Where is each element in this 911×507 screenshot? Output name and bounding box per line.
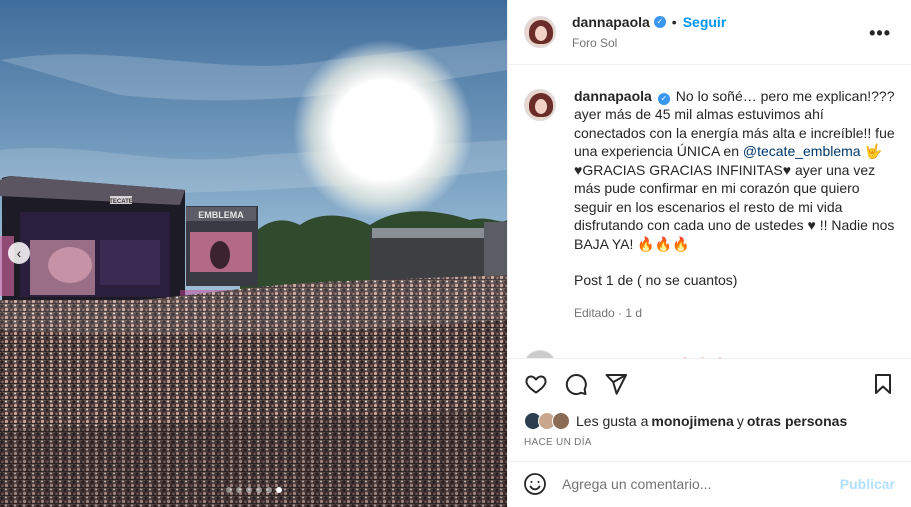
carousel-dot (245, 487, 252, 493)
more-options-icon[interactable]: ••• (869, 24, 891, 42)
verified-badge-icon: ✓ (657, 92, 670, 105)
instagram-post: TECATE EMBLEMA ‹ dannapaola ✓ • Seguir F… (0, 0, 911, 507)
share-button[interactable] (600, 368, 632, 400)
caption-post-number: Post 1 de ( no se cuantos) (574, 272, 738, 289)
carousel-dot (235, 487, 242, 493)
smiley-icon (524, 473, 546, 496)
concert-photo: TECATE EMBLEMA (0, 0, 507, 507)
comments-section: dannapaola ✓ No lo soñé… pero me explican!… (508, 65, 911, 359)
separator-dot: • (671, 13, 677, 30)
comment-avatar[interactable] (524, 350, 556, 359)
other-likers-link[interactable]: otras personas (747, 413, 847, 429)
save-button[interactable] (867, 368, 899, 400)
stage-sign-tecate: TECATE (109, 199, 133, 205)
likes-summary: Les gusta a monojimena y otras personas (508, 409, 911, 433)
comment-button[interactable] (560, 368, 592, 400)
stage-sign-emblema: EMBLEMA (198, 210, 244, 220)
post-media[interactable]: TECATE EMBLEMA ‹ (0, 0, 507, 507)
publish-button[interactable]: Publicar (840, 476, 895, 492)
bookmark-icon (875, 374, 891, 394)
carousel-dot (265, 487, 272, 493)
comment-text: 🔥🔥🔥 (677, 357, 729, 359)
comment-username[interactable]: manolocaro (576, 357, 655, 358)
caption-avatar[interactable] (524, 88, 556, 121)
heart-icon (525, 375, 547, 394)
carousel-dot-active (275, 487, 282, 493)
add-comment-bar: Publicar (508, 460, 911, 507)
chevron-left-icon: ‹ (16, 245, 22, 261)
liker-avatars (524, 411, 570, 430)
caption-username[interactable]: dannapaola (574, 88, 652, 104)
avatar (552, 411, 570, 430)
follow-button[interactable]: Seguir (683, 14, 727, 30)
post-header: dannapaola ✓ • Seguir Foro Sol ••• (508, 0, 911, 65)
comment-icon (565, 374, 587, 396)
previous-slide-button[interactable]: ‹ (8, 242, 30, 264)
edited-timestamp: Editado · 1 d (574, 305, 643, 320)
avatar[interactable] (524, 15, 556, 48)
caption-text-continued: 🤟 ♥GRACIAS GRACIAS INFINITAS♥ ayer una v… (574, 143, 895, 252)
emoji-button[interactable] (522, 471, 548, 497)
caption: dannapaola ✓ No lo soñé… pero me explican!… (524, 87, 895, 323)
likes-conjunction: y (736, 412, 744, 429)
comment-item: manolocaro ✓ 🔥🔥🔥 (524, 350, 895, 359)
location-link[interactable]: Foro Sol (572, 36, 726, 50)
send-icon (605, 374, 627, 395)
like-button[interactable] (520, 368, 552, 400)
liker-username[interactable]: monojimena (651, 413, 733, 429)
header-username[interactable]: dannapaola (572, 14, 650, 30)
carousel-dots (225, 487, 282, 493)
comment-input[interactable] (562, 476, 840, 493)
verified-badge-icon: ✓ (653, 15, 666, 28)
carousel-dot (225, 487, 232, 493)
post-timestamp[interactable]: HACE UN DÍA (508, 433, 911, 461)
action-bar (508, 358, 911, 408)
likes-prefix: Les gusta a (576, 412, 649, 429)
mention-link[interactable]: @tecate_emblema (743, 143, 861, 159)
post-side-panel: dannapaola ✓ • Seguir Foro Sol ••• danna… (507, 0, 911, 507)
carousel-dot (255, 487, 262, 493)
